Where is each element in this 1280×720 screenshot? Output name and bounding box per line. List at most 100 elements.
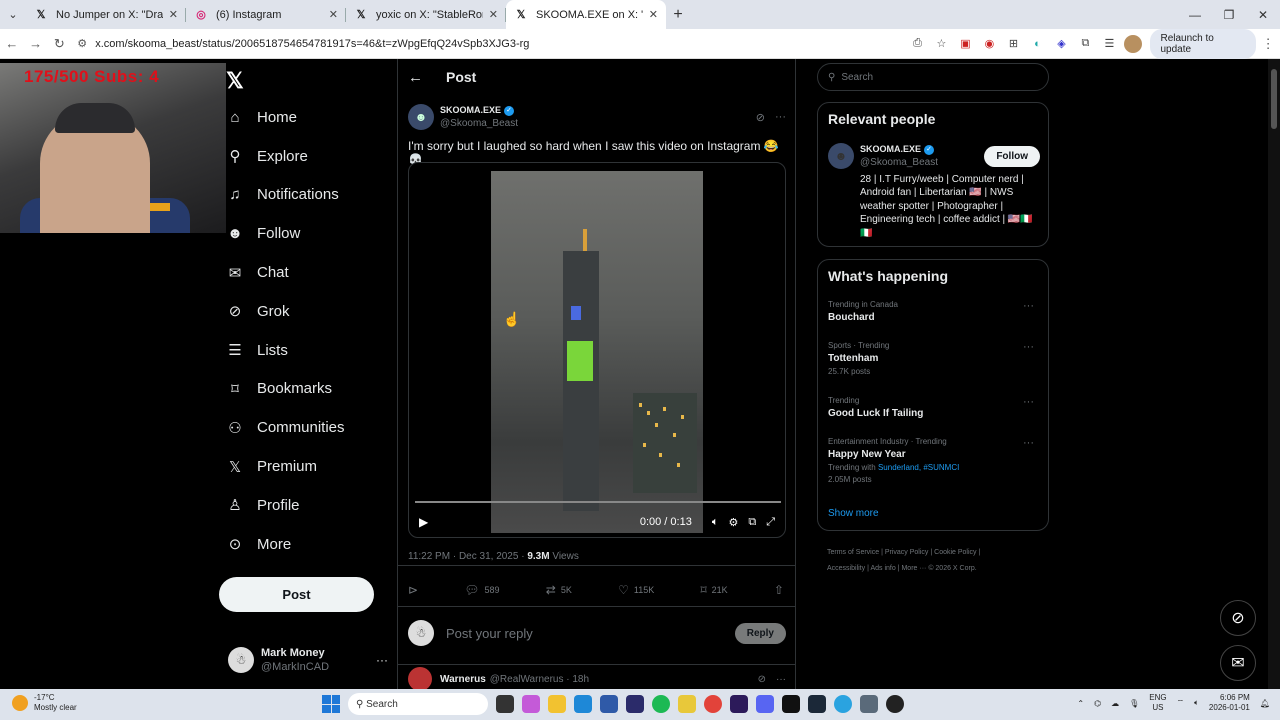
cloud-icon[interactable]: ☁ [1111,699,1119,708]
account-switcher[interactable]: ☃ Mark Money @MarkInCAD ··· [228,643,388,677]
avatar[interactable]: ☻ [408,104,434,130]
close-window-icon[interactable]: ✕ [1246,0,1280,29]
show-more-link[interactable]: Show more [828,508,879,519]
bookmark-action[interactable]: ⌑ 21K [700,583,727,597]
relaunch-button[interactable]: Relaunch to update [1150,28,1257,59]
footer-link[interactable]: Privacy Policy [885,549,929,556]
view-analytics-button[interactable]: ⊳ [408,583,418,597]
site-info-icon[interactable]: ⚙ [77,37,95,50]
discord-icon[interactable] [756,695,774,713]
more-dots-icon[interactable]: ··· [1023,437,1034,449]
star-icon[interactable]: ☆ [932,35,950,53]
more-dots-icon[interactable]: ··· [775,111,786,124]
more-dots-icon[interactable]: ··· [1023,341,1034,353]
obs-icon[interactable] [886,695,904,713]
nav-item-profile[interactable]: ♙ Profile [226,486,386,525]
play-icon[interactable]: ▶ [419,515,428,529]
footer-link[interactable]: More ··· [901,565,926,572]
settings-gear-icon[interactable]: ⚙ [728,516,738,529]
author-handle[interactable]: @Skooma_Beast [440,117,518,130]
reload-icon[interactable]: ↻ [48,36,72,52]
profile-avatar[interactable] [1124,34,1143,53]
close-tab-icon[interactable]: ✕ [649,8,658,21]
mic-icon[interactable]: 🎙︎ [1129,699,1139,708]
back-icon[interactable]: ← [0,36,24,51]
browser-tab[interactable]: ◎ (6) Instagram ✕ [186,0,346,29]
volume-icon[interactable]: 🔈︎ [712,516,719,529]
language-indicator[interactable]: ENG US [1149,693,1166,713]
nav-item-explore[interactable]: ⚲ Explore [226,137,386,176]
close-tab-icon[interactable]: ✕ [329,8,338,21]
trend-related-links[interactable]: Sunderland, #SUNMCI [878,463,959,472]
spotify-icon[interactable] [652,695,670,713]
footer-link[interactable]: Terms of Service [827,549,879,556]
file-explorer-icon[interactable] [548,695,566,713]
volume-icon[interactable]: 🔈︎ [1194,698,1199,708]
relevant-user[interactable]: ☻ SKOOMA.EXE ✓ @Skooma_Beast Follow [828,143,1040,169]
reply-action[interactable]: 💬︎ 589 [464,583,499,597]
tab-search-icon[interactable]: ⌄ [0,0,26,29]
maximize-icon[interactable]: ❐ [1212,0,1246,29]
notepad-icon[interactable] [600,695,618,713]
telegram-icon[interactable] [834,695,852,713]
reply-button[interactable]: Reply [734,622,786,644]
search-input[interactable]: ⚲ Search [817,63,1049,91]
nav-item-follow[interactable]: ☻ Follow [226,214,386,253]
browser-tab-active[interactable]: 𝕏 SKOOMA.EXE on X: "I'm sorry bu ✕ [506,0,666,29]
extension-icon[interactable]: ⊞ [1004,35,1022,53]
extension-icon[interactable]: ◈ [1052,35,1070,53]
weather-widget[interactable]: -17°C Mostly clear [12,693,77,713]
footer-link[interactable]: Cookie Policy [934,549,976,556]
x-logo-icon[interactable]: 𝕏 [226,68,246,93]
extension-icon[interactable]: ◐ [1028,35,1046,53]
nav-item-home[interactable]: ⌂ Home [226,98,386,137]
more-dots-icon[interactable]: ··· [776,674,786,685]
url-field[interactable]: ⚙ x.com/skooma_beast/status/200651875465… [77,32,888,56]
tab-list-icon[interactable]: ☰ [1100,35,1118,53]
scrollbar-thumb[interactable] [1271,69,1277,129]
nav-item-communities[interactable]: ⚇ Communities [226,408,386,447]
more-dots-icon[interactable]: ··· [376,653,388,667]
chrome-icon[interactable] [704,695,722,713]
nav-item-bookmarks[interactable]: ⌑ Bookmarks [226,370,386,409]
nav-item-premium[interactable]: 𝕏 Premium [226,447,386,486]
user-name[interactable]: SKOOMA.EXE [860,144,921,154]
new-tab-button[interactable]: + [666,6,690,24]
footer-link[interactable]: Ads info [870,565,895,572]
video-player[interactable]: ▶ 0:00 / 0:13 🔈︎ ⚙ ⧉ ⤢ [408,162,786,538]
copilot-icon[interactable] [522,695,540,713]
fullscreen-icon[interactable]: ⤢ [766,516,775,529]
close-tab-icon[interactable]: ✕ [489,8,498,21]
more-dots-icon[interactable]: ··· [1023,396,1034,408]
app-icon[interactable] [626,695,644,713]
pip-icon[interactable]: ⧉ [748,516,756,529]
extension-icon[interactable]: ▣ [956,35,974,53]
share-action[interactable]: ⇧ [774,583,784,597]
install-icon[interactable]: ⎙ [908,35,926,53]
network-icon[interactable]: ⌬ [1094,699,1101,708]
post-button[interactable]: Post [219,577,374,612]
close-tab-icon[interactable]: ✕ [169,8,178,21]
trend-item[interactable]: Sports · Trending Tottenham 25.7K posts … [828,341,1040,376]
premiere-icon[interactable] [730,695,748,713]
app-icon[interactable] [678,695,696,713]
grok-icon[interactable]: ⊘ [756,111,765,124]
trend-item[interactable]: Entertainment Industry · Trending Happy … [828,437,1040,484]
nav-item-grok[interactable]: ⊘ Grok [226,292,386,331]
minimize-icon[interactable]: — [1178,0,1212,29]
reply-author-name[interactable]: Warnerus [440,674,486,685]
reply-item[interactable]: Warnerus @RealWarnerus · 18h ⊘ ··· [408,667,786,691]
browser-tab[interactable]: 𝕏 yoxic on X: "StableRonaldo just ✕ [346,0,506,29]
edge-icon[interactable] [574,695,592,713]
snipping-tool-icon[interactable] [860,695,878,713]
avatar[interactable]: ☻ [828,143,854,169]
footer-link[interactable]: Accessibility [827,565,865,572]
nav-item-more[interactable]: ⊙ More [226,525,386,564]
clock[interactable]: 6:06 PM 2026-01-01 [1209,693,1250,713]
avatar[interactable] [408,667,432,691]
post-timestamp[interactable]: 11:22 PM · Dec 31, 2025 · [408,551,527,562]
messages-fab-button[interactable]: ✉ [1220,645,1256,681]
back-arrow-icon[interactable]: ← [408,69,438,86]
repost-action[interactable]: ⇄ 5K [546,583,572,597]
wifi-icon[interactable]: ⌔ [1177,698,1185,708]
